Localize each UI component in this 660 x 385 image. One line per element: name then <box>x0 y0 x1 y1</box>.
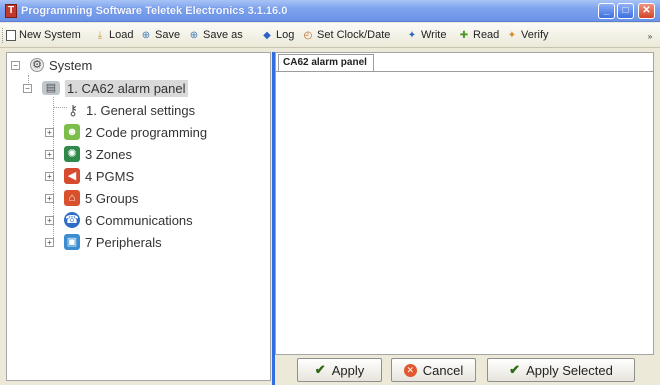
apply-button[interactable]: ✔ Apply <box>297 358 382 382</box>
read-icon: ✚ <box>459 29 469 41</box>
expand-icon[interactable]: + <box>45 237 54 247</box>
save-button[interactable]: ⊕ Save <box>140 27 180 44</box>
peripherals-icon: ▣ <box>64 234 80 250</box>
load-label: Load <box>109 29 134 41</box>
cancel-label: Cancel <box>422 362 464 378</box>
read-button[interactable]: ✚ Read <box>458 27 500 44</box>
log-button[interactable]: ◆ Log <box>261 27 294 44</box>
toolbar-grip[interactable] <box>2 28 4 43</box>
tree-item-label: 1. General settings <box>86 102 196 118</box>
tree-item-ca62-panel[interactable]: − ▤ 1. CA62 alarm panel <box>23 78 188 98</box>
write-button[interactable]: ✦ Write <box>406 27 447 44</box>
save-icon: ⊕ <box>141 29 151 41</box>
write-label: Write <box>421 29 447 41</box>
tree-item-code-programming[interactable]: + ☻ 2 Code programming <box>45 122 207 142</box>
expand-icon[interactable]: + <box>45 193 54 203</box>
content-pane <box>275 52 654 355</box>
save-label: Save <box>155 29 181 41</box>
tree-item-pgms[interactable]: + ◀ 4 PGMS <box>45 166 134 186</box>
tab-ca62-alarm-panel[interactable]: CA62 alarm panel <box>278 54 374 71</box>
expand-icon[interactable]: + <box>45 127 54 137</box>
new-system-icon <box>6 30 16 41</box>
verify-icon: ✦ <box>507 29 517 41</box>
new-system-button[interactable]: New System <box>6 27 81 44</box>
read-label: Read <box>473 29 500 41</box>
write-icon: ✦ <box>407 29 417 41</box>
zones-icon: ✺ <box>64 146 80 162</box>
cancel-button[interactable]: ✕ Cancel <box>391 358 476 382</box>
verify-button[interactable]: ✦ Verify <box>506 27 549 44</box>
apply-selected-label: Apply Selected <box>526 362 613 378</box>
set-clock-date-button[interactable]: ◴ Set Clock/Date <box>302 27 391 44</box>
title-bar[interactable]: T Programming Software Teletek Electroni… <box>0 0 660 22</box>
check-icon: ✔ <box>509 362 521 377</box>
tree-item-communications[interactable]: + ☎ 6 Communications <box>45 210 193 230</box>
tab-strip-divider <box>275 71 654 72</box>
tree-item-label: System <box>49 57 93 73</box>
tree-item-groups[interactable]: + ⌂ 5 Groups <box>45 188 138 208</box>
tree-item-zones[interactable]: + ✺ 3 Zones <box>45 144 132 164</box>
tree-item-system[interactable]: − ⚙ System <box>11 55 92 75</box>
save-as-button[interactable]: ⊕ Save as <box>188 27 243 44</box>
tree-item-peripherals[interactable]: + ▣ 7 Peripherals <box>45 232 162 252</box>
expand-icon[interactable]: + <box>45 149 54 159</box>
communications-icon: ☎ <box>64 212 80 228</box>
tree-item-label: 5 Groups <box>85 190 139 206</box>
log-label: Log <box>276 29 295 41</box>
alarm-panel-icon: ▤ <box>42 81 60 95</box>
cancel-icon: ✕ <box>403 363 417 377</box>
window-title: Programming Software Teletek Electronics… <box>21 5 288 17</box>
expand-icon[interactable]: + <box>45 171 54 181</box>
tree-item-label: 6 Communications <box>85 212 193 228</box>
pgms-icon: ◀ <box>64 168 80 184</box>
new-system-label: New System <box>19 29 81 41</box>
tree-item-label: 3 Zones <box>85 146 132 162</box>
tree-item-label: 4 PGMS <box>85 168 135 184</box>
expand-icon[interactable]: + <box>45 215 54 225</box>
tree-item-label: 1. CA62 alarm panel <box>65 79 188 97</box>
save-as-label: Save as <box>203 29 243 41</box>
tree-item-general-settings[interactable]: ⚷ 1. General settings <box>65 100 195 120</box>
toolbar-overflow-chevron-icon[interactable]: » <box>644 29 656 45</box>
check-icon: ✔ <box>314 362 326 377</box>
toolbar: New System ⤓ Load ⊕ Save ⊕ Save as ◆ Log… <box>0 23 660 48</box>
load-icon: ⤓ <box>97 29 103 41</box>
collapse-icon[interactable]: − <box>11 60 20 70</box>
apply-selected-button[interactable]: ✔ Apply Selected <box>487 358 635 382</box>
collapse-icon[interactable]: − <box>23 83 32 93</box>
save-as-icon: ⊕ <box>189 29 199 41</box>
verify-label: Verify <box>521 29 549 41</box>
app-logo-icon: T <box>5 4 17 18</box>
log-icon: ◆ <box>263 29 271 41</box>
users-icon: ☻ <box>64 124 80 140</box>
apply-label: Apply <box>331 362 365 378</box>
system-tree[interactable]: − ⚙ System − ▤ 1. CA62 alarm panel ⚷ 1. … <box>6 52 271 381</box>
key-icon: ⚷ <box>67 102 79 118</box>
tree-item-label: 7 Peripherals <box>85 234 162 250</box>
clock-icon: ◴ <box>303 29 313 41</box>
tree-item-label: 2 Code programming <box>85 124 208 140</box>
system-gear-icon: ⚙ <box>30 58 44 72</box>
maximize-button[interactable]: □ <box>617 3 634 19</box>
close-button[interactable]: ✕ <box>638 3 655 19</box>
groups-icon: ⌂ <box>64 190 80 206</box>
load-button[interactable]: ⤓ Load <box>94 27 134 44</box>
minimize-button[interactable]: _ <box>598 3 615 19</box>
main-window: T Programming Software Teletek Electroni… <box>0 0 660 385</box>
set-clock-date-label: Set Clock/Date <box>317 29 391 41</box>
